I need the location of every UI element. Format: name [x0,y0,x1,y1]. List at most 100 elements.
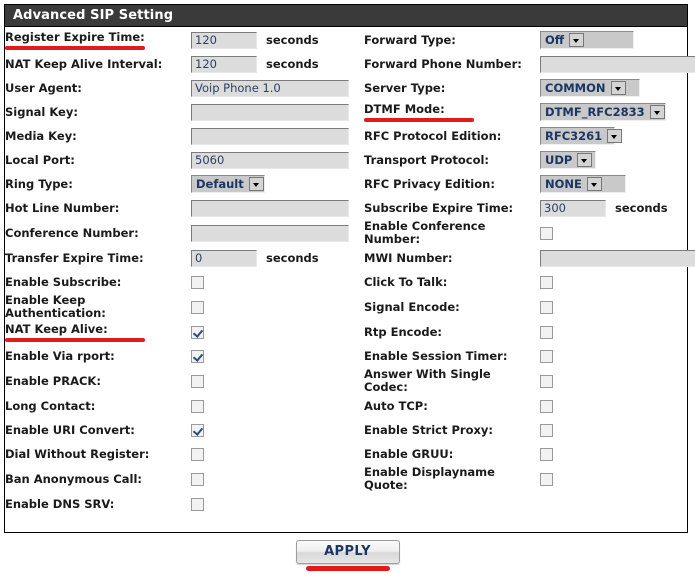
settings-row: NAT Keep Alive Interval: 120 seconds Forwar… [5,52,695,76]
checkbox[interactable] [540,275,553,289]
checkbox-cell [540,368,695,394]
dropdown-select[interactable]: COMMON [540,79,640,97]
checkbox[interactable] [191,423,204,437]
checkbox[interactable] [191,399,204,413]
dropdown-cell: DTMF_RFC2833 [540,100,695,124]
text-field-cell: 300 seconds [540,196,695,220]
panel-titlebar: Advanced SIP Setting [5,5,687,27]
checkbox[interactable] [191,275,204,289]
field-label: Conference Number: [5,220,191,246]
field-label: Enable Conference Number: [355,220,540,246]
chevron-down-icon[interactable] [248,177,264,191]
text-field-cell: 120 seconds [191,28,355,52]
checkbox[interactable] [540,349,553,363]
chevron-down-icon[interactable] [569,33,585,47]
settings-row: Local Port: 5060 Transport Protocol: UDP [5,148,695,172]
chevron-down-icon[interactable] [586,177,602,191]
settings-row: Long Contact: Auto TCP: [5,394,695,418]
chevron-down-icon[interactable] [610,81,626,95]
field-label-text: Forward Type: [364,32,456,47]
checkbox-cell [191,492,355,516]
chevron-down-icon[interactable] [649,105,665,119]
dropdown-value: DTMF_RFC2833 [545,105,645,119]
checkbox[interactable] [540,423,553,437]
field-label-text: DTMF Mode: [364,101,445,116]
text-input[interactable]: 300 [540,199,606,217]
field-label-text: Enable GRUU: [364,446,454,461]
field-label-text: RFC Privacy Edition: [364,176,495,191]
text-input[interactable] [191,103,349,121]
checkbox[interactable] [540,374,553,388]
text-input[interactable]: 0 [191,249,257,267]
chevron-down-icon[interactable] [607,129,623,143]
dropdown-select[interactable]: UDP [540,151,596,169]
checkbox[interactable] [191,349,204,363]
settings-row: Media Key: RFC Protocol Edition: RFC3261 [5,124,695,148]
checkbox[interactable] [191,447,204,461]
checkbox-cell [540,418,695,442]
field-label-text: Click To Talk: [364,274,448,289]
text-field-cell [191,124,355,148]
dropdown-cell: Default [191,172,355,196]
checkbox[interactable] [191,300,204,314]
field-label: Enable Displayname Quote: [355,466,540,492]
text-input[interactable] [540,55,695,73]
checkbox[interactable] [540,472,553,486]
field-label-text: Server Type: [364,80,446,95]
checkbox-cell [540,466,695,492]
text-input[interactable]: 5060 [191,151,349,169]
settings-row: Enable DNS SRV: [5,492,695,516]
text-field-cell: 5060 [191,148,355,172]
dropdown-select[interactable]: DTMF_RFC2833 [540,103,666,121]
dropdown-value: Default [196,177,244,191]
checkbox[interactable] [191,472,204,486]
text-input[interactable] [191,199,349,217]
checkbox-cell [191,368,355,394]
field-label: Enable DNS SRV: [5,492,191,516]
dropdown-cell: COMMON [540,76,695,100]
checkbox-cell [191,320,355,344]
field-label-text: Enable PRACK: [5,373,101,388]
dropdown-select[interactable]: NONE [540,175,626,193]
dropdown-select[interactable]: Off [540,31,634,49]
apply-button[interactable]: APPLY [295,540,400,564]
settings-rows: Register Expire Time: 120 seconds Forward T… [5,28,695,516]
checkbox[interactable] [540,447,553,461]
red-highlight-marker [5,45,145,50]
field-label: Enable Keep Authentication: [5,294,191,320]
text-input[interactable]: Voip Phone 1.0 [191,79,349,97]
dropdown-cell: NONE [540,172,695,196]
settings-panel: Advanced SIP Setting Register Expire Tim… [4,4,695,533]
text-input[interactable] [191,224,349,242]
field-label: Enable GRUU: [355,442,540,466]
checkbox[interactable] [540,399,553,413]
field-label: Long Contact: [5,394,191,418]
checkbox[interactable] [191,497,204,511]
field-label-text: Auto TCP: [364,398,428,413]
field-label-text: NAT Keep Alive Interval: [5,56,163,71]
dropdown-value: RFC3261 [545,129,603,143]
dropdown-select[interactable]: Default [191,175,265,193]
checkbox[interactable] [191,374,204,388]
advanced-sip-setting-page: Advanced SIP Setting Register Expire Tim… [0,0,695,577]
text-input[interactable] [540,249,695,267]
checkbox[interactable] [540,325,553,339]
text-field-cell [191,220,355,246]
field-label: Enable PRACK: [5,368,191,394]
field-label-text: Enable Via rport: [5,348,115,363]
dropdown-select[interactable]: RFC3261 [540,127,623,145]
text-input[interactable]: 120 [191,31,257,49]
text-input[interactable] [191,127,349,145]
text-input[interactable]: 120 [191,55,257,73]
unit-label: seconds [615,201,668,215]
field-label: Local Port: [5,148,191,172]
field-label: Register Expire Time: [5,28,191,52]
red-highlight-marker [364,117,474,122]
checkbox[interactable] [540,300,553,314]
checkbox[interactable] [191,325,204,339]
field-label-text: Ban Anonymous Call: [5,471,142,486]
checkbox[interactable] [540,226,553,240]
chevron-down-icon[interactable] [577,153,593,167]
field-label: Subscribe Expire Time: [355,196,540,220]
settings-row: Enable PRACK: Answer With Single Codec: [5,368,695,394]
